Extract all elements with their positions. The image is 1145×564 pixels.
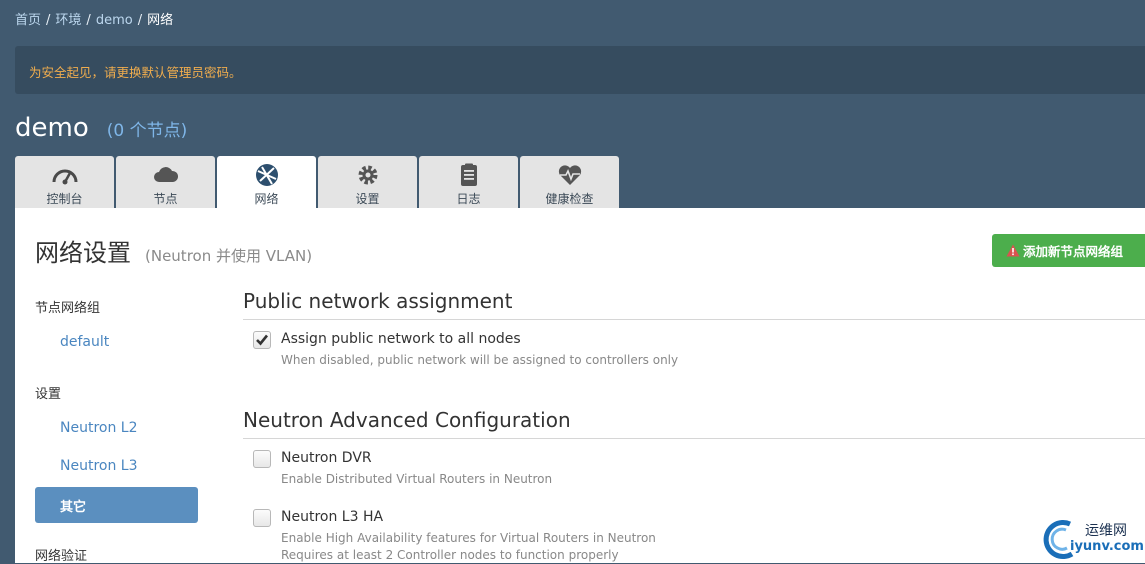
- breadcrumb-current: 网络: [147, 13, 174, 28]
- add-button-label: 添加新节点网络组: [1023, 244, 1124, 259]
- tab-dashboard[interactable]: 控制台: [15, 156, 114, 208]
- node-count: (0 个节点): [106, 121, 188, 141]
- neutron-l3-ha-checkbox[interactable]: [253, 509, 271, 527]
- breadcrumb-env-link[interactable]: 环境: [55, 13, 81, 28]
- gear-icon: [358, 165, 377, 185]
- site-watermark: 运维网 iyunv.com: [1040, 514, 1145, 563]
- breadcrumb-separator: /: [46, 13, 51, 28]
- breadcrumb: 首页 / 环境 / demo / 网络: [15, 9, 173, 28]
- option-description: Enable Distributed Virtual Routers in Ne…: [281, 472, 553, 486]
- environment-title: demo (0 个节点): [15, 113, 187, 143]
- assign-public-network-checkbox[interactable]: [253, 331, 271, 349]
- sidebar-item-default[interactable]: default: [60, 334, 109, 350]
- heartbeat-icon: [558, 165, 581, 185]
- tab-settings[interactable]: 设置: [318, 156, 417, 208]
- sidebar-item-label: 其它: [60, 499, 87, 515]
- watermark-text-url: iyunv.com: [1070, 539, 1144, 554]
- watermark-text-cn: 运维网: [1085, 523, 1127, 539]
- page-title-text: 网络设置: [35, 239, 131, 267]
- tab-nodes[interactable]: 节点: [116, 156, 215, 208]
- tab-label: 节点: [153, 192, 178, 206]
- sidebar-item-other[interactable]: 其它: [35, 487, 198, 523]
- tab-label: 日志: [456, 192, 481, 206]
- public-network-section-header: Public network assignment: [243, 289, 1145, 320]
- security-alert: 为安全起见，请更换默认管理员密码。: [15, 46, 1145, 94]
- tab-label: 控制台: [46, 192, 83, 206]
- warning-icon: [1006, 244, 1020, 257]
- tab-label: 网络: [254, 192, 279, 206]
- globe-network-icon: [255, 164, 278, 186]
- option-label: Neutron L3 HA: [281, 509, 384, 525]
- tab-logs[interactable]: 日志: [419, 156, 518, 208]
- breadcrumb-separator: /: [86, 13, 91, 28]
- network-settings-panel: 网络设置 (Neutron 并使用 VLAN) 添加新节点网络组 节点网络组 d…: [15, 208, 1145, 564]
- option-description-requirement: Requires at least 2 Controller nodes to …: [281, 548, 619, 562]
- dashboard-gauge-icon: [52, 169, 77, 185]
- tab-label: 健康检查: [545, 192, 594, 206]
- option-label: Assign public network to all nodes: [281, 331, 521, 347]
- neutron-dvr-checkbox[interactable]: [253, 450, 271, 468]
- breadcrumb-separator: /: [137, 13, 143, 28]
- tab-label: 设置: [355, 192, 380, 206]
- tab-network[interactable]: 网络: [217, 156, 316, 209]
- option-label: Neutron DVR: [281, 450, 372, 466]
- option-description: Enable High Availability features for Vi…: [281, 531, 656, 545]
- sidebar-heading-node-network-groups: 节点网络组: [35, 301, 101, 316]
- clipboard-log-icon: [460, 163, 477, 186]
- section-title: Public network assignment: [243, 289, 513, 313]
- sidebar-item-neutron-l3[interactable]: Neutron L3: [60, 458, 138, 474]
- section-title: Neutron Advanced Configuration: [243, 408, 571, 432]
- environment-name: demo: [15, 113, 89, 143]
- alert-text: 为安全起见，请更换默认管理员密码。: [29, 65, 242, 80]
- checkmark-icon: [256, 334, 269, 346]
- sidebar-heading-settings: 设置: [35, 387, 62, 402]
- sidebar-heading-network-verification: 网络验证: [35, 549, 88, 564]
- page-title: 网络设置 (Neutron 并使用 VLAN): [35, 233, 312, 268]
- sidebar-item-neutron-l2[interactable]: Neutron L2: [60, 420, 138, 436]
- breadcrumb-home-link[interactable]: 首页: [15, 13, 41, 28]
- option-description: When disabled, public network will be as…: [281, 353, 679, 367]
- tab-health-check[interactable]: 健康检查: [520, 156, 619, 208]
- page-subtitle: (Neutron 并使用 VLAN): [145, 247, 313, 265]
- neutron-advanced-section-header: Neutron Advanced Configuration: [243, 408, 1145, 439]
- breadcrumb-project-link[interactable]: demo: [96, 13, 133, 28]
- add-node-network-group-button[interactable]: 添加新节点网络组: [992, 234, 1145, 267]
- cloud-icon: [153, 167, 178, 182]
- environment-tabs: 控制台 节点 网络 设置 日志 健康检查: [15, 156, 621, 209]
